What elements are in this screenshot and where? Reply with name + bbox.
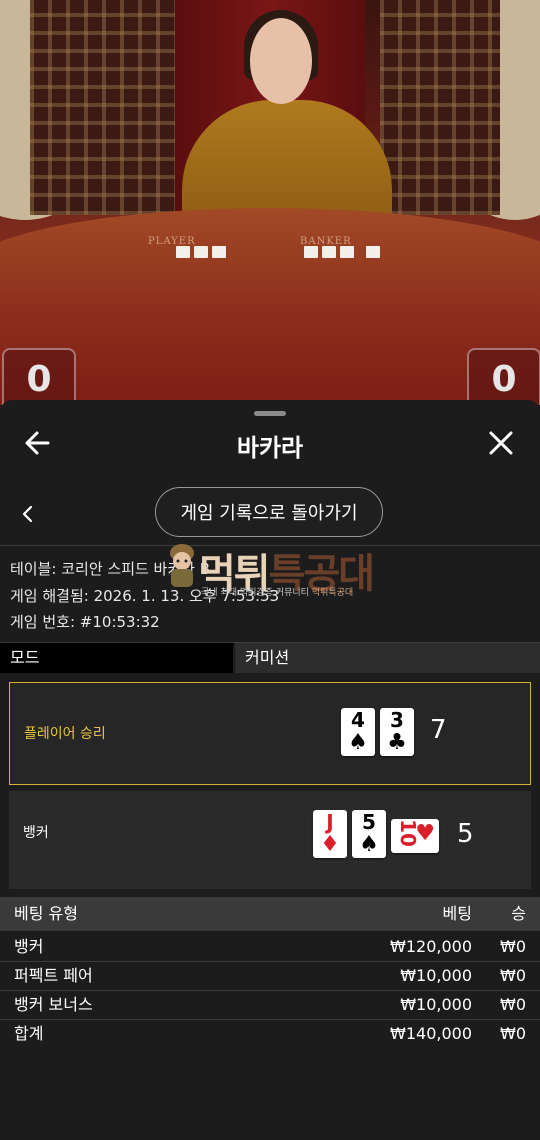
chevron-left-icon[interactable] <box>20 503 36 525</box>
banker-score-box: 0 <box>467 348 540 405</box>
close-icon[interactable] <box>488 430 514 456</box>
player-total: 7 <box>430 715 447 745</box>
baccarat-table <box>0 208 540 405</box>
playing-card: 5 ♠ <box>352 810 386 858</box>
bets-table-header: 베팅 유형 베팅 승 <box>0 897 540 931</box>
player-win-label: 플레이어 승리 <box>24 726 106 742</box>
lattice-right <box>380 0 500 215</box>
table-card <box>304 246 318 258</box>
playing-card: 3 ♣ <box>380 708 414 756</box>
table-card <box>322 246 336 258</box>
playing-card-sideways: 10 ♥ <box>391 819 439 853</box>
table-row: 뱅커 보너스 ₩10,000 ₩0 <box>0 991 540 1020</box>
game-number: 게임 번호: #10:53:32 <box>10 613 160 631</box>
watermark-logo: 먹튀특공대 국내 최대 먹튀검증 커뮤니티 먹튀특공대 <box>165 543 385 603</box>
tab-mode[interactable]: 모드 <box>0 643 233 673</box>
col-win-amount: 승 <box>511 904 526 923</box>
tab-commission[interactable]: 커미션 <box>235 643 540 673</box>
banker-label: 뱅커 <box>23 825 49 841</box>
table-card <box>340 246 354 258</box>
player-result-row: 플레이어 승리 4 ♠ 3 ♣ 7 <box>9 682 531 785</box>
tab-bar: 모드 커미션 <box>0 643 540 673</box>
playing-card: J ♦ <box>313 810 347 858</box>
table-row-total: 합계 ₩140,000 ₩0 <box>14 1024 526 1043</box>
page-title: 바카라 <box>236 434 304 462</box>
table-row: 뱅커 ₩120,000 ₩0 <box>0 933 540 962</box>
game-detail-sheet: 바카라 게임 기록으로 돌아가기 테이블: 코리안 스피드 바카라 B 게임 해… <box>0 400 540 1140</box>
col-bet-type: 베팅 유형 <box>14 904 78 923</box>
playing-card: 4 ♠ <box>341 708 375 756</box>
banker-result-row: 뱅커 J ♦ 5 ♠ 10 ♥ 5 <box>9 791 531 889</box>
table-card <box>194 246 208 258</box>
lattice-left <box>30 0 180 215</box>
sheet-header: 바카라 <box>0 420 540 466</box>
table-card <box>176 246 190 258</box>
player-score: 0 <box>26 359 52 400</box>
back-to-history-button[interactable]: 게임 기록으로 돌아가기 <box>155 487 383 537</box>
player-score-box: 0 <box>2 348 76 405</box>
soldier-mascot-icon <box>170 544 194 587</box>
watermark-subtitle: 국내 최대 먹튀검증 커뮤니티 먹튀특공대 <box>201 588 354 598</box>
table-card <box>366 246 380 258</box>
table-card <box>212 246 226 258</box>
col-bet-amount: 베팅 <box>442 904 472 923</box>
table-row: 퍼펙트 페어 ₩10,000 ₩0 <box>0 962 540 991</box>
dealer-face <box>250 18 312 104</box>
sheet-drag-handle[interactable] <box>254 411 286 416</box>
live-video: PLAYER BANKER 0 0 <box>0 0 540 405</box>
banker-score: 0 <box>491 359 517 400</box>
banker-total: 5 <box>457 819 474 849</box>
